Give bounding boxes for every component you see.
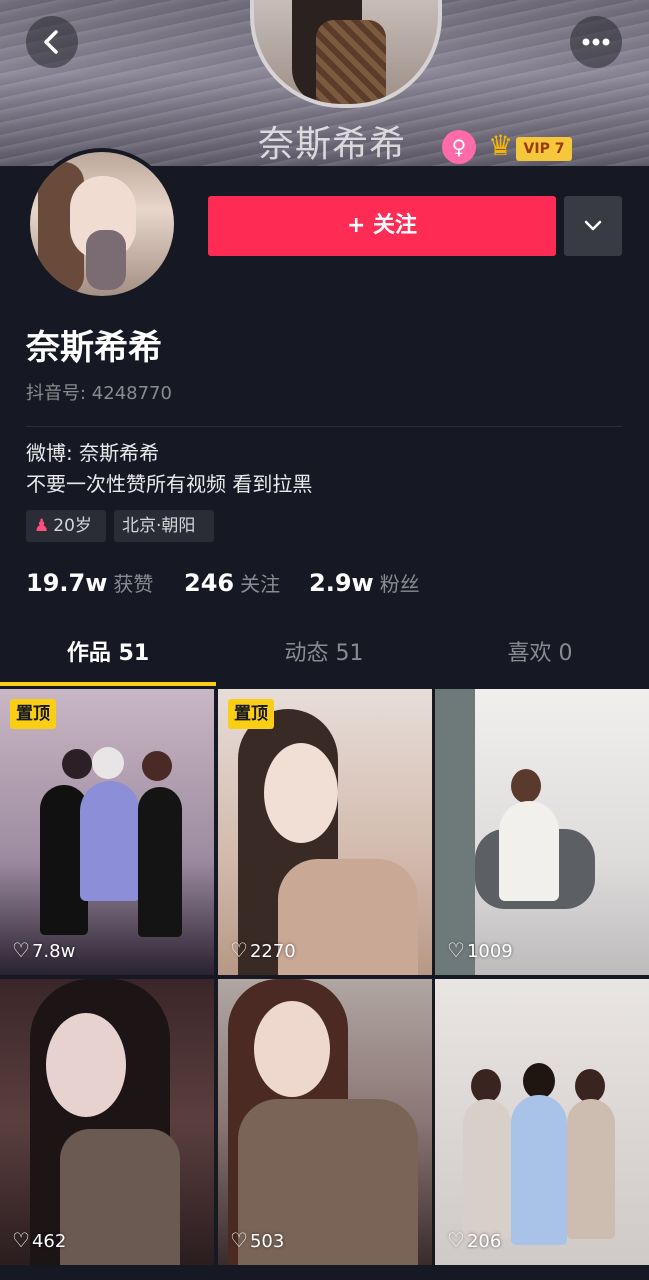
more-dots-icon (582, 38, 610, 46)
pinned-badge: 置顶 (228, 699, 274, 729)
video-thumbnail[interactable]: ♡ 503 (218, 979, 432, 1265)
video-thumbnail[interactable]: ♡ 1009 (435, 689, 649, 975)
crown-icon: ♛ (488, 129, 514, 162)
tab-likes[interactable]: 喜欢 0 (432, 626, 648, 682)
age-tag: ♟ 20岁 (26, 510, 106, 542)
like-count: ♡ 206 (447, 1228, 502, 1252)
heart-icon: ♡ (230, 938, 248, 962)
heart-icon: ♡ (447, 938, 465, 962)
more-button[interactable] (570, 16, 622, 68)
tab-indicator (0, 682, 216, 686)
like-count: ♡ 462 (12, 1228, 67, 1252)
like-count: ♡ 7.8w (12, 938, 76, 962)
cover-name: 奈斯希希 (258, 124, 407, 165)
chevron-left-icon (44, 30, 58, 54)
like-count: ♡ 2270 (230, 938, 296, 962)
recommend-dropdown-button[interactable] (564, 196, 622, 256)
female-icon: ♟ (34, 516, 50, 536)
chevron-down-icon (584, 220, 602, 231)
tab-moments[interactable]: 动态 51 (216, 626, 432, 682)
profile-name: 奈斯希希 (26, 328, 162, 368)
heart-icon: ♡ (447, 1228, 465, 1252)
like-count: ♡ 503 (230, 1228, 285, 1252)
vip-badge: VIP 7 (516, 137, 572, 161)
back-button[interactable] (26, 16, 78, 68)
stat-following[interactable]: 246 关注 (184, 565, 280, 604)
douyin-id: 抖音号: 4248770 (26, 383, 172, 404)
heart-icon: ♡ (230, 1228, 248, 1252)
follow-button[interactable]: + 关注 (208, 196, 556, 256)
like-count: ♡ 1009 (447, 938, 513, 962)
profile-tabs: 作品 51 动态 51 喜欢 0 (0, 626, 649, 686)
video-thumbnail[interactable]: 置顶 ♡ 2270 (218, 689, 432, 975)
video-thumbnail[interactable]: 置顶 ♡ 7.8w (0, 689, 214, 975)
heart-icon: ♡ (12, 938, 30, 962)
video-thumbnail[interactable]: ♡ 206 (435, 979, 649, 1265)
profile-cover: 奈斯希希 ♀ ♛ VIP 7 (0, 0, 649, 166)
cover-photo (250, 0, 442, 108)
bio-line: 不要一次性赞所有视频 看到拉黑 (26, 472, 313, 496)
pinned-badge: 置顶 (10, 699, 56, 729)
tab-works[interactable]: 作品 51 (0, 626, 216, 682)
avatar[interactable] (26, 148, 178, 300)
stat-followers[interactable]: 2.9w 粉丝 (309, 565, 420, 604)
stat-likes: 19.7w 获赞 (26, 569, 154, 597)
video-thumbnail[interactable]: ♡ 462 (0, 979, 214, 1265)
heart-icon: ♡ (12, 1228, 30, 1252)
female-icon: ♀ (442, 130, 476, 164)
location-tag: 北京·朝阳 (114, 510, 214, 542)
bio-line: 微博: 奈斯希希 (26, 441, 160, 465)
divider (26, 426, 622, 427)
